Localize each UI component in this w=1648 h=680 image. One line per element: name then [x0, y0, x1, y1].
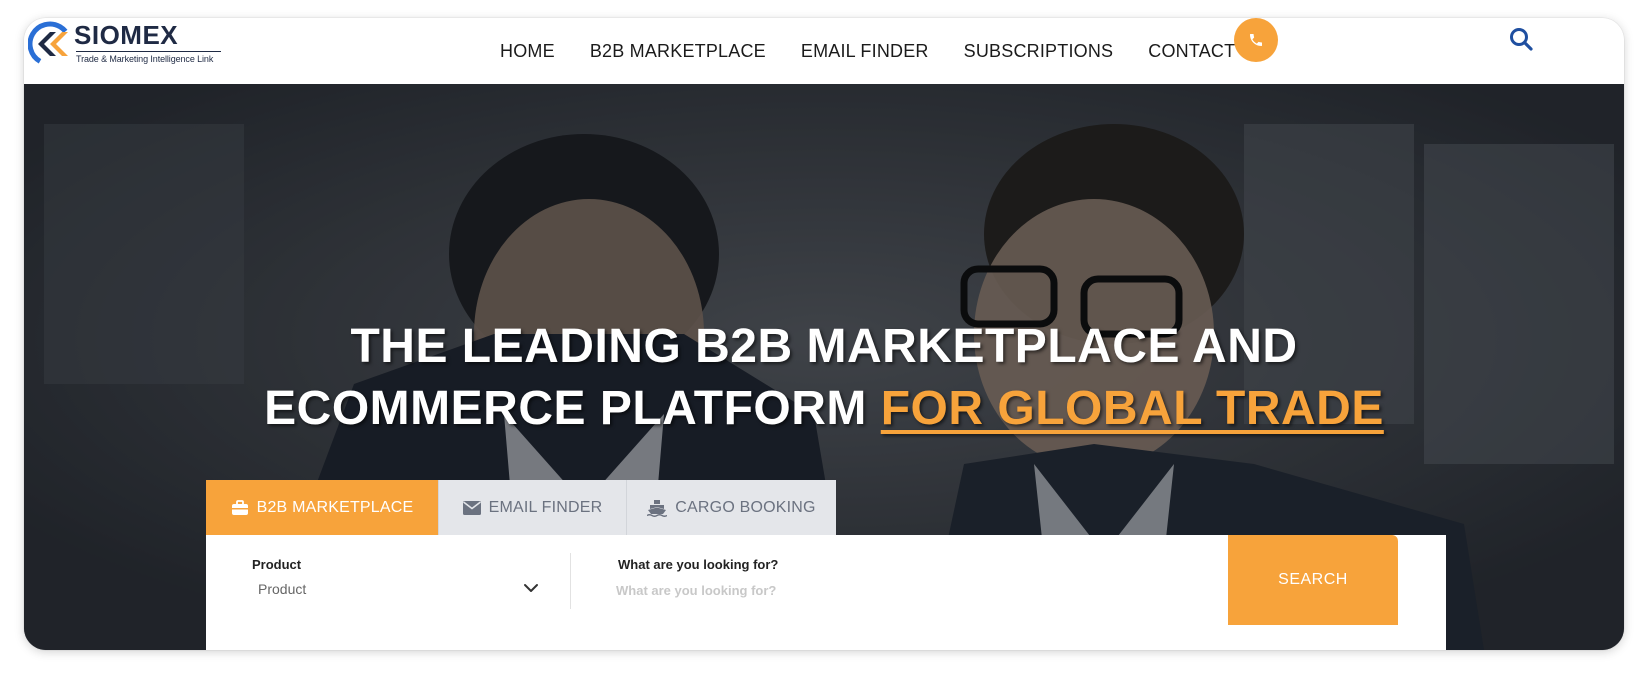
- nav-subscriptions[interactable]: SUBSCRIPTIONS: [964, 41, 1114, 62]
- tab-label: B2B MARKETPLACE: [256, 498, 414, 516]
- logo-wordmark: SIOMEX: [74, 20, 179, 50]
- site-header: SIOMEX Trade & Marketing Intelligence Li…: [24, 18, 1624, 84]
- nav-email-finder[interactable]: EMAIL FINDER: [801, 41, 929, 62]
- search-panel: Product Product What are you looking for…: [206, 535, 1446, 650]
- product-select[interactable]: Product: [258, 581, 306, 597]
- search-tabs: B2B MARKETPLACE EMAIL FINDER CARGO BOOKI…: [206, 480, 836, 535]
- hero-headline-line1: THE LEADING B2B MARKETPLACE AND: [350, 320, 1298, 373]
- browser-frame: SIOMEX Trade & Marketing Intelligence Li…: [24, 18, 1624, 650]
- tab-email-finder[interactable]: EMAIL FINDER: [438, 480, 626, 535]
- search-button[interactable]: SEARCH: [1228, 535, 1398, 625]
- product-label: Product: [252, 557, 302, 572]
- logo-divider: [76, 51, 221, 52]
- query-label: What are you looking for?: [618, 557, 779, 572]
- logo-tagline: Trade & Marketing Intelligence Link: [76, 54, 214, 64]
- search-input[interactable]: [616, 579, 1216, 601]
- briefcase-icon: [231, 499, 248, 515]
- search-icon[interactable]: [1508, 26, 1534, 52]
- nav-home[interactable]: HOME: [500, 41, 555, 62]
- hero-headline-line2: ECOMMERCE PLATFORM: [264, 382, 881, 435]
- tab-b2b-marketplace[interactable]: B2B MARKETPLACE: [206, 480, 438, 535]
- hero-headline-accent: FOR GLOBAL TRADE: [880, 382, 1384, 435]
- ship-icon: [647, 499, 668, 517]
- logo-mark-icon: [28, 21, 73, 67]
- tab-cargo-booking[interactable]: CARGO BOOKING: [626, 480, 836, 535]
- phone-button[interactable]: [1234, 18, 1278, 62]
- site-logo[interactable]: SIOMEX Trade & Marketing Intelligence Li…: [28, 20, 238, 72]
- hero-section: THE LEADING B2B MARKETPLACE AND ECOMMERC…: [24, 84, 1624, 650]
- phone-icon: [1250, 34, 1262, 46]
- tab-label: CARGO BOOKING: [675, 498, 816, 516]
- nav-b2b-marketplace[interactable]: B2B MARKETPLACE: [590, 41, 766, 62]
- chevron-down-icon[interactable]: [522, 579, 540, 597]
- main-nav: HOME B2B MARKETPLACE EMAIL FINDER SUBSCR…: [500, 18, 1301, 84]
- field-divider: [570, 553, 571, 609]
- hero-headline: THE LEADING B2B MARKETPLACE AND ECOMMERC…: [24, 316, 1624, 440]
- tab-label: EMAIL FINDER: [488, 498, 603, 516]
- envelope-icon: [462, 500, 481, 515]
